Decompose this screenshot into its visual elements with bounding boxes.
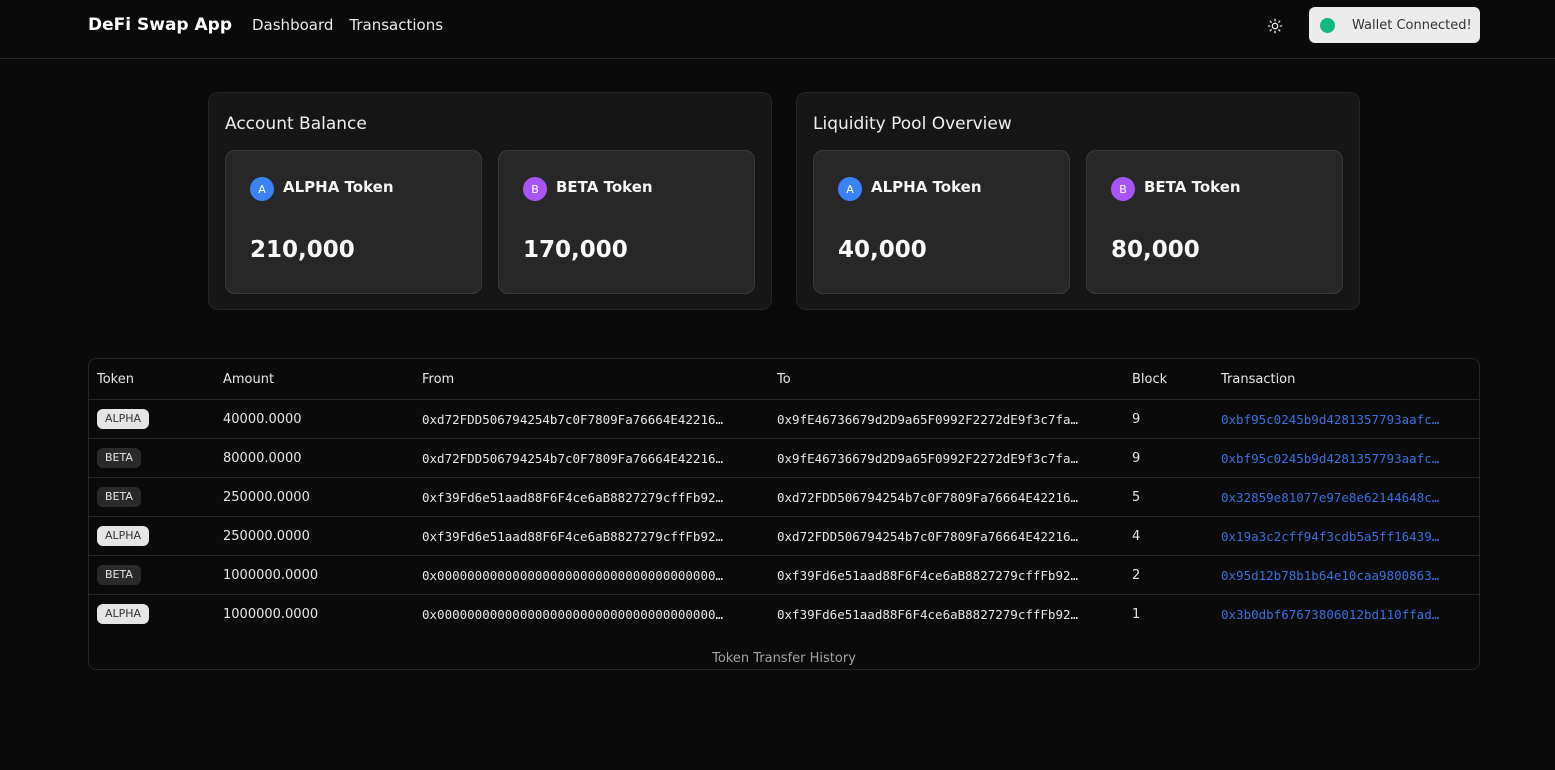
amount-cell: 250000.0000 <box>215 477 414 517</box>
from-address-cell: 0xd72FDD506794254b7c0F7809Fa76664E42216… <box>414 399 769 439</box>
pool-token-value: 40,000 <box>838 237 927 263</box>
token-badge: BETA <box>97 448 141 468</box>
main-nav: Dashboard Transactions <box>252 16 443 34</box>
transaction-hash-link[interactable]: 0x3b0dbf67673806012bd110ffad… <box>1213 595 1479 634</box>
nav-dashboard-link[interactable]: Dashboard <box>252 16 333 34</box>
connected-status-dot <box>1320 17 1335 33</box>
to-address-cell: 0xd72FDD506794254b7c0F7809Fa76664E42216… <box>769 516 1124 556</box>
from-address-cell: 0x0000000000000000000000000000000000000… <box>414 555 769 595</box>
liquidity-pool-title: Liquidity Pool Overview <box>813 114 1012 134</box>
beta-token-icon: B <box>1111 177 1135 201</box>
transaction-hash-link[interactable]: 0x95d12b78b1b64e10caa9800863… <box>1213 555 1479 595</box>
balance-card-beta: B BETA Token 170,000 <box>498 150 755 294</box>
table-header-row: Token Amount From To Block Transaction <box>89 359 1479 400</box>
token-badge: ALPHA <box>97 526 150 546</box>
table-row: ALPHA 40000.0000 0xd72FDD506794254b7c0F7… <box>89 399 1479 439</box>
account-balance-title: Account Balance <box>225 114 367 134</box>
table-row: ALPHA 250000.0000 0xf39Fd6e51aad88F6F4ce… <box>89 516 1479 556</box>
token-badge: ALPHA <box>97 409 150 429</box>
token-badge: ALPHA <box>97 604 150 624</box>
block-cell: 1 <box>1132 606 1141 622</box>
pool-token-name: BETA Token <box>1144 178 1241 196</box>
column-header-block: Block <box>1124 359 1213 400</box>
to-address-cell: 0xf39Fd6e51aad88F6F4ce6aB8827279cffFb92… <box>777 606 1079 622</box>
table-row: ALPHA 1000000.0000 0x0000000000000000000… <box>89 595 1479 634</box>
to-address-cell: 0x9fE46736679d2D9a65F0992F2272dE9f3c7fa… <box>769 399 1124 439</box>
balance-token-value: 210,000 <box>250 237 355 263</box>
to-address-cell: 0xd72FDD506794254b7c0F7809Fa76664E42216… <box>769 477 1124 517</box>
nav-transactions-link[interactable]: Transactions <box>349 16 443 34</box>
account-balance-panel: Account Balance A ALPHA Token 210,000 B … <box>208 92 772 310</box>
block-cell: 2 <box>1124 555 1213 595</box>
block-cell: 9 <box>1124 399 1213 439</box>
table-caption: Token Transfer History <box>712 651 856 666</box>
app-title[interactable]: DeFi Swap App <box>88 15 232 35</box>
block-cell: 9 <box>1124 438 1213 478</box>
wallet-status-button[interactable]: Wallet Connected! <box>1309 7 1480 43</box>
amount-cell: 1000000.0000 <box>223 606 319 622</box>
from-address-cell: 0x0000000000000000000000000000000000000… <box>422 606 724 622</box>
token-badge: BETA <box>97 487 141 507</box>
transaction-hash-link[interactable]: 0xbf95c0245b9d4281357793aafc… <box>1213 399 1479 439</box>
transfer-history-table: Token Amount From To Block Transaction A… <box>88 358 1480 670</box>
transaction-hash-link[interactable]: 0xbf95c0245b9d4281357793aafc… <box>1213 438 1479 478</box>
amount-cell: 250000.0000 <box>215 516 414 556</box>
column-header-to: To <box>769 359 1124 400</box>
alpha-token-icon: A <box>250 177 274 201</box>
from-address-cell: 0xd72FDD506794254b7c0F7809Fa76664E42216… <box>414 438 769 478</box>
pool-token-value: 80,000 <box>1111 237 1200 263</box>
pool-card-alpha: A ALPHA Token 40,000 <box>813 150 1070 294</box>
block-cell: 4 <box>1124 516 1213 556</box>
pool-card-beta: B BETA Token 80,000 <box>1086 150 1343 294</box>
top-navbar: DeFi Swap App Dashboard Transactions Wal… <box>0 0 1555 59</box>
from-address-cell: 0xf39Fd6e51aad88F6F4ce6aB8827279cffFb92… <box>414 477 769 517</box>
column-header-transaction: Transaction <box>1213 359 1479 400</box>
alpha-token-icon: A <box>838 177 862 201</box>
token-badge: BETA <box>97 565 141 585</box>
table-row: BETA 80000.0000 0xd72FDD506794254b7c0F78… <box>89 438 1479 478</box>
to-address-cell: 0x9fE46736679d2D9a65F0992F2272dE9f3c7fa… <box>769 438 1124 478</box>
column-header-token: Token <box>89 359 215 400</box>
liquidity-pool-panel: Liquidity Pool Overview A ALPHA Token 40… <box>796 92 1360 310</box>
balance-card-alpha: A ALPHA Token 210,000 <box>225 150 482 294</box>
from-address-cell: 0xf39Fd6e51aad88F6F4ce6aB8827279cffFb92… <box>414 516 769 556</box>
balance-token-value: 170,000 <box>523 237 628 263</box>
theme-toggle-button[interactable] <box>1262 13 1288 39</box>
transaction-hash-link[interactable]: 0x19a3c2cff94f3cdb5a5ff16439… <box>1213 516 1479 556</box>
wallet-status-label: Wallet Connected! <box>1352 17 1472 33</box>
pool-token-name: ALPHA Token <box>871 178 982 196</box>
amount-cell: 80000.0000 <box>215 438 414 478</box>
block-cell: 5 <box>1124 477 1213 517</box>
transaction-hash-link[interactable]: 0x32859e81077e97e8e62144648c… <box>1213 477 1479 517</box>
beta-token-icon: B <box>523 177 547 201</box>
table-row: BETA 250000.0000 0xf39Fd6e51aad88F6F4ce6… <box>89 477 1479 517</box>
column-header-amount: Amount <box>215 359 414 400</box>
amount-cell: 40000.0000 <box>215 399 414 439</box>
balance-token-name: BETA Token <box>556 178 653 196</box>
table-row: BETA 1000000.0000 0x00000000000000000000… <box>89 555 1479 595</box>
to-address-cell: 0xf39Fd6e51aad88F6F4ce6aB8827279cffFb92… <box>769 555 1124 595</box>
sun-icon <box>1267 18 1283 34</box>
balance-token-name: ALPHA Token <box>283 178 394 196</box>
amount-cell: 1000000.0000 <box>215 555 414 595</box>
column-header-from: From <box>414 359 769 400</box>
